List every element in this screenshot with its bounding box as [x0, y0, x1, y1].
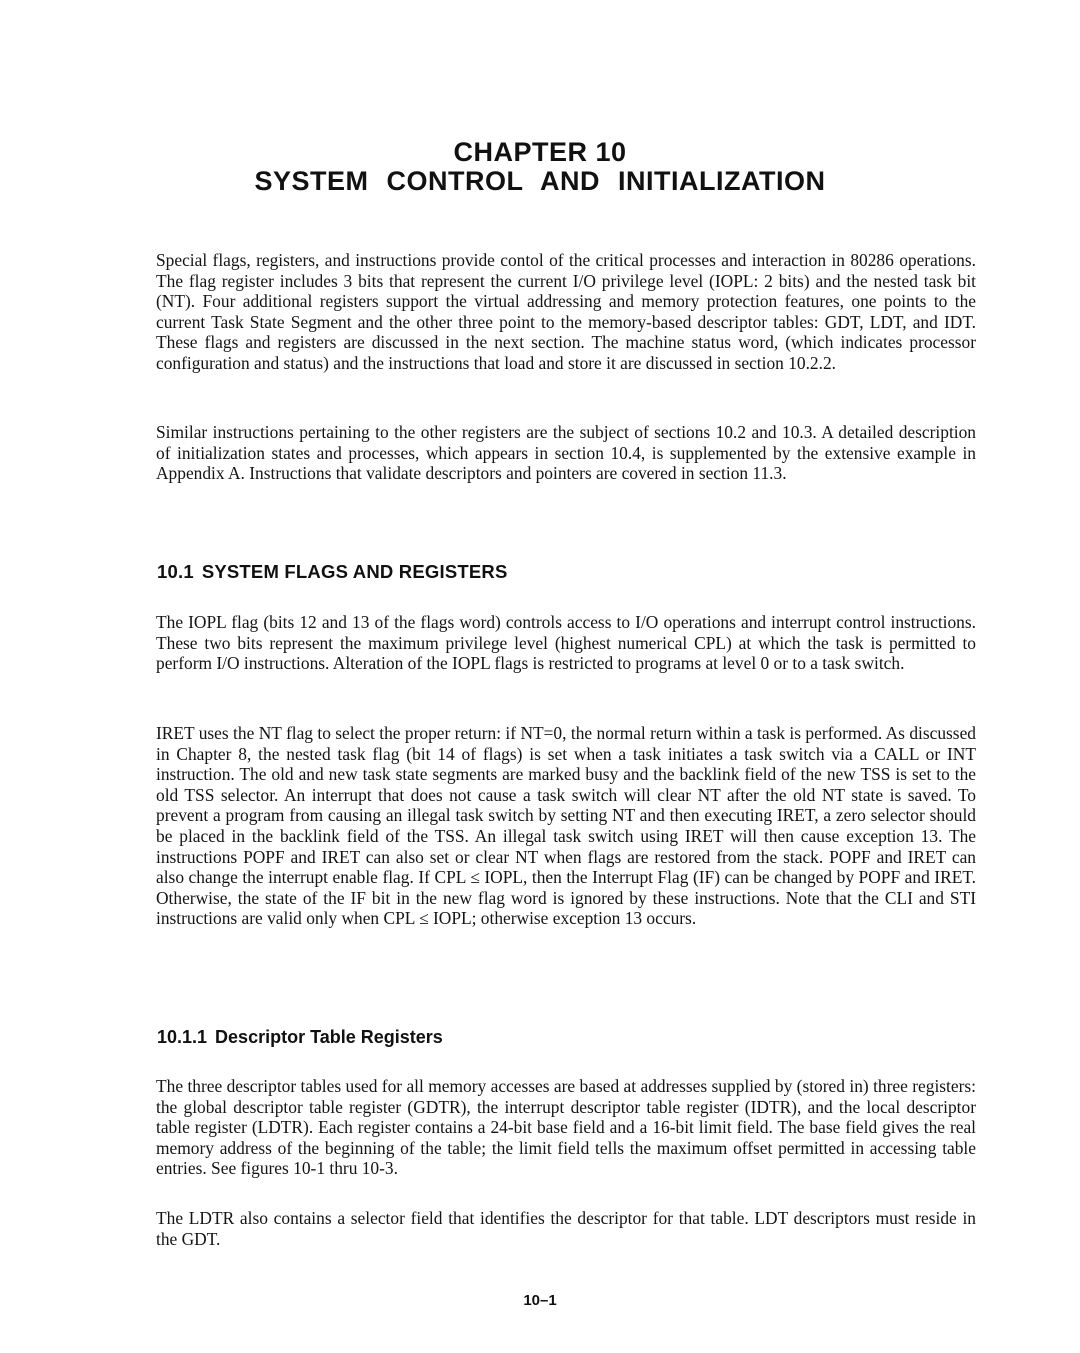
document-page: CHAPTER 10 SYSTEM CONTROL AND INITIALIZA… — [0, 0, 1080, 1353]
iopl-paragraph: The IOPL flag (bits 12 and 13 of the fla… — [156, 612, 976, 674]
section-title: SYSTEM FLAGS AND REGISTERS — [201, 561, 508, 582]
ldtr-paragraph: The LDTR also contains a selector field … — [156, 1208, 976, 1249]
subsection-title: Descriptor Table Registers — [215, 1027, 443, 1047]
section-heading-10-1-1: 10.1.1 Descriptor Table Registers — [157, 1027, 443, 1048]
descriptor-table-paragraph: The three descriptor tables used for all… — [156, 1076, 976, 1179]
chapter-title: SYSTEM CONTROL AND INITIALIZATION — [254, 166, 826, 196]
iret-paragraph: IRET uses the NT flag to select the prop… — [156, 723, 976, 929]
intro-paragraph: Special flags, registers, and instructio… — [156, 250, 976, 373]
section-number: 10.1 — [157, 561, 194, 582]
section-heading-10-1: 10.1 SYSTEM FLAGS AND REGISTERS — [157, 561, 508, 583]
chapter-label: CHAPTER 10 — [453, 137, 627, 167]
page-number: 10–1 — [523, 1292, 557, 1309]
intro-paragraph: Similar instructions pertaining to the o… — [156, 422, 976, 484]
subsection-number: 10.1.1 — [157, 1027, 208, 1047]
